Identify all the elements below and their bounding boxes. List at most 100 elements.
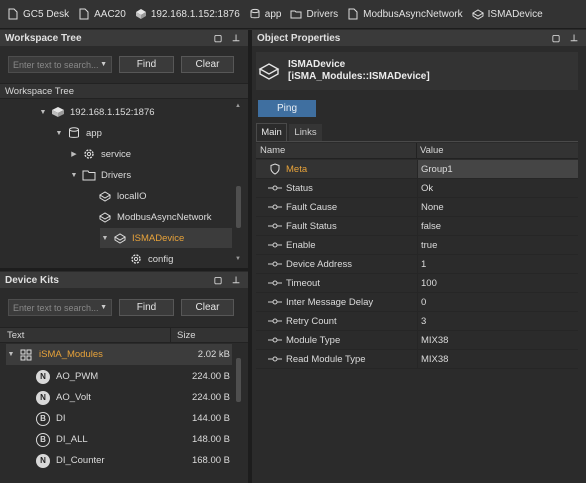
property-row-status[interactable]: Status Ok (256, 179, 578, 198)
property-row-retry-count[interactable]: Retry Count 3 (256, 312, 578, 331)
property-row-module-type[interactable]: Module Type MIX38 (256, 331, 578, 350)
kits-scrollbar[interactable] (236, 358, 241, 402)
kit-label: AO_PWM (56, 371, 99, 382)
tree-item-drivers[interactable]: ▼ Drivers (69, 165, 131, 185)
property-row-fault-status[interactable]: Fault Status false (256, 217, 578, 236)
expand-arrow-icon[interactable]: ▼ (69, 172, 79, 179)
device-icon (471, 9, 484, 20)
property-row-device-address[interactable]: Device Address 1 (256, 255, 578, 274)
property-name: Fault Status (286, 220, 337, 232)
boolean-badge-icon: B (36, 432, 50, 447)
tree-item-config[interactable]: config (116, 249, 173, 269)
maximize-icon[interactable]: ▢ (550, 32, 562, 44)
ping-button[interactable]: Ping (258, 100, 316, 117)
scroll-down-icon[interactable]: ▼ (235, 256, 241, 262)
scroll-up-icon[interactable]: ▲ (235, 103, 241, 109)
breadcrumb-item-drivers[interactable]: Drivers (287, 4, 341, 24)
kit-row[interactable]: N AO_Volt 224.00 B (6, 387, 232, 408)
expand-arrow-icon[interactable]: ▼ (6, 351, 16, 358)
maximize-icon[interactable]: ▢ (212, 274, 224, 286)
breadcrumb-label: Drivers (306, 8, 339, 20)
collapse-arrow-icon[interactable]: ▶ (69, 150, 79, 158)
expand-arrow-icon[interactable]: ▼ (38, 109, 48, 116)
property-value[interactable]: Ok (417, 179, 578, 197)
tree-item-modbus-network[interactable]: ModbusAsyncNetwork (85, 207, 212, 227)
maximize-icon[interactable]: ▢ (212, 32, 224, 44)
property-name: Enable (286, 239, 316, 251)
breadcrumb-label: ISMADevice (487, 8, 543, 20)
column-header-text[interactable]: Text (7, 330, 24, 341)
property-row-timeout[interactable]: Timeout 100 (256, 274, 578, 293)
folder-icon (82, 170, 96, 181)
find-button[interactable]: Find (119, 299, 174, 316)
search-input[interactable]: Enter text to search... ▼ (8, 299, 112, 316)
kit-size: 224.00 B (191, 371, 230, 382)
property-value[interactable]: 0 (417, 293, 578, 311)
property-value[interactable]: 1 (417, 255, 578, 273)
slot-icon (268, 242, 282, 248)
property-value[interactable]: MIX38 (417, 350, 578, 368)
kit-row-root[interactable]: ▼ iSMA_Modules 2.02 kB (6, 344, 232, 365)
property-name: Timeout (286, 277, 320, 289)
property-value[interactable]: false (417, 217, 578, 235)
kit-size: 144.00 B (191, 413, 230, 424)
panel-divider[interactable] (0, 268, 248, 271)
column-header-value[interactable]: Value (420, 145, 444, 156)
column-header-size[interactable]: Size (177, 330, 195, 341)
kit-row[interactable]: B DI 144.00 B (6, 408, 232, 429)
dropdown-arrow-icon[interactable]: ▼ (100, 304, 107, 311)
expand-arrow-icon[interactable]: ▼ (54, 130, 64, 137)
property-row-fault-cause[interactable]: Fault Cause None (256, 198, 578, 217)
tree-item-app[interactable]: ▼ app (54, 123, 102, 143)
numeric-badge-icon: N (36, 369, 50, 384)
pin-icon[interactable]: ⊥ (230, 32, 242, 44)
kit-row[interactable]: B DI_ALL 148.00 B (6, 429, 232, 450)
property-row-enable[interactable]: Enable true (256, 236, 578, 255)
tab-links[interactable]: Links (289, 124, 322, 141)
tree-item-ismadevice[interactable]: ▼ ISMADevice (100, 228, 232, 248)
property-value[interactable]: Group1 (417, 160, 578, 178)
pin-icon[interactable]: ⊥ (230, 274, 242, 286)
workspace-scrollbar[interactable] (236, 186, 241, 228)
dropdown-arrow-icon[interactable]: ▼ (100, 61, 107, 68)
breadcrumb-item-aac20[interactable]: AAC20 (75, 4, 129, 24)
clear-button[interactable]: Clear (181, 56, 234, 73)
clear-button[interactable]: Clear (181, 299, 234, 316)
object-name: ISMADevice (288, 59, 346, 70)
object-header: ISMADevice [iSMA_Modules::ISMADevice] (256, 52, 578, 90)
breadcrumb-item-app[interactable]: app (246, 4, 285, 24)
property-value[interactable]: MIX38 (417, 331, 578, 349)
property-name: Inter Message Delay (286, 296, 374, 308)
breadcrumb-item-gc5-desk[interactable]: GC5 Desk (4, 4, 72, 24)
tree-label: config (148, 253, 174, 265)
property-name: Retry Count (286, 315, 337, 327)
tree-item-station[interactable]: ▼ 192.168.1.152:1876 (38, 102, 155, 122)
expand-arrow-icon[interactable]: ▼ (100, 235, 110, 242)
tab-main[interactable]: Main (256, 123, 287, 141)
breadcrumb-item-modbus[interactable]: ModbusAsyncNetwork (344, 4, 465, 24)
property-value[interactable]: 100 (417, 274, 578, 292)
property-value[interactable]: true (417, 236, 578, 254)
breadcrumb: GC5 Desk AAC20 192.168.1.152:1876 app Dr… (0, 0, 586, 29)
property-row-inter-message-delay[interactable]: Inter Message Delay 0 (256, 293, 578, 312)
property-row-read-module-type[interactable]: Read Module Type MIX38 (256, 350, 578, 369)
document-icon (79, 8, 89, 20)
breadcrumb-item-ismadevice[interactable]: ISMADevice (469, 4, 546, 24)
property-value[interactable]: 3 (417, 312, 578, 330)
breadcrumb-label: GC5 Desk (23, 8, 70, 20)
tab-underline (256, 141, 578, 142)
search-input[interactable]: Enter text to search... ▼ (8, 56, 112, 73)
kit-row[interactable]: N AO_PWM 224.00 B (6, 366, 232, 387)
find-button[interactable]: Find (119, 56, 174, 73)
kit-size: 2.02 kB (197, 349, 230, 360)
column-header-name[interactable]: Name (260, 145, 285, 156)
kit-row[interactable]: N DI_Counter 168.00 B (6, 450, 232, 471)
kit-label: DI (56, 413, 66, 424)
tree-item-localio[interactable]: localIO (85, 186, 147, 206)
pin-icon[interactable]: ⊥ (568, 32, 580, 44)
property-row-meta[interactable]: Meta Group1 (256, 160, 578, 179)
tree-item-service[interactable]: ▶ service (69, 144, 131, 164)
property-value[interactable]: None (417, 198, 578, 216)
breadcrumb-item-station[interactable]: 192.168.1.152:1876 (132, 4, 243, 24)
properties-table-header: Name Value (256, 143, 578, 159)
